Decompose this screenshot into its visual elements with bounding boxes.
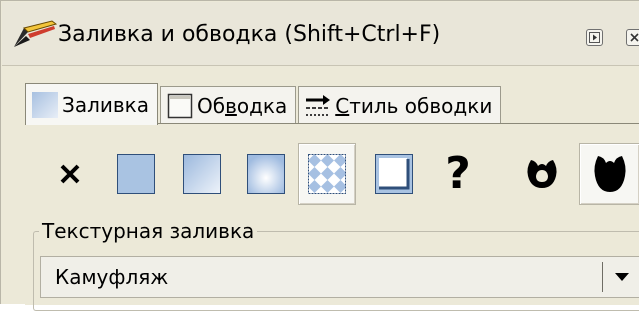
flat-color-icon xyxy=(117,154,155,194)
tab-stroke-paint[interactable]: Обводка xyxy=(159,86,297,124)
swatch-button[interactable] xyxy=(365,143,423,205)
fill-stroke-dialog: Заливка и обводка (Shift+Ctrl+F) Заливка… xyxy=(0,0,639,311)
brush-icon xyxy=(14,20,58,47)
tab-stroke-paint-label: Обводка xyxy=(196,93,288,118)
tab-stroke-style[interactable]: Стиль обводки xyxy=(298,86,502,124)
fill-rule-evenodd-button[interactable] xyxy=(513,143,571,205)
radial-gradient-icon xyxy=(247,154,285,194)
close-button[interactable] xyxy=(626,29,639,46)
fill-tab-icon xyxy=(32,91,58,118)
fill-rule-nonzero-button[interactable] xyxy=(579,143,639,205)
pattern-fill-legend: Текстурная заливка xyxy=(39,220,258,242)
stroke-paint-tab-icon xyxy=(167,93,193,118)
pattern-button[interactable] xyxy=(298,143,356,205)
tab-fill-label: Заливка xyxy=(62,92,149,117)
pin-button[interactable] xyxy=(586,29,603,46)
pin-icon xyxy=(589,32,600,43)
fill-panel: ? Текстурная заливка Камуфляж xyxy=(25,124,639,311)
unset-paint-button[interactable]: ? xyxy=(429,143,487,205)
linear-gradient-button[interactable] xyxy=(173,143,231,205)
flat-color-button[interactable] xyxy=(107,143,165,205)
tab-fill[interactable]: Заливка xyxy=(25,83,158,125)
fill-type-toolbar: ? xyxy=(25,137,639,213)
tab-stroke-style-label: Стиль обводки xyxy=(335,93,493,118)
evenodd-icon xyxy=(527,160,557,188)
close-icon xyxy=(630,33,639,42)
nonzero-icon xyxy=(593,156,626,192)
question-icon: ? xyxy=(445,148,471,199)
x-icon xyxy=(60,164,80,184)
no-paint-button[interactable] xyxy=(41,143,99,205)
stroke-style-tab-icon xyxy=(306,94,331,116)
pattern-icon xyxy=(308,154,346,194)
tab-bar: Заливка Обводка Стиль обводки xyxy=(25,83,503,125)
window-title: Заливка и обводка (Shift+Ctrl+F) xyxy=(58,22,441,47)
radial-gradient-button[interactable] xyxy=(237,143,295,205)
combo-separator xyxy=(602,262,603,292)
pattern-select[interactable]: Камуфляж xyxy=(40,256,639,298)
swatch-icon xyxy=(375,154,413,194)
dropdown-arrow-button[interactable] xyxy=(605,257,639,297)
chevron-down-icon xyxy=(615,273,629,281)
pattern-select-value: Камуфляж xyxy=(55,265,169,289)
title-bar[interactable]: Заливка и обводка (Shift+Ctrl+F) xyxy=(2,2,639,66)
linear-gradient-icon xyxy=(183,154,221,194)
